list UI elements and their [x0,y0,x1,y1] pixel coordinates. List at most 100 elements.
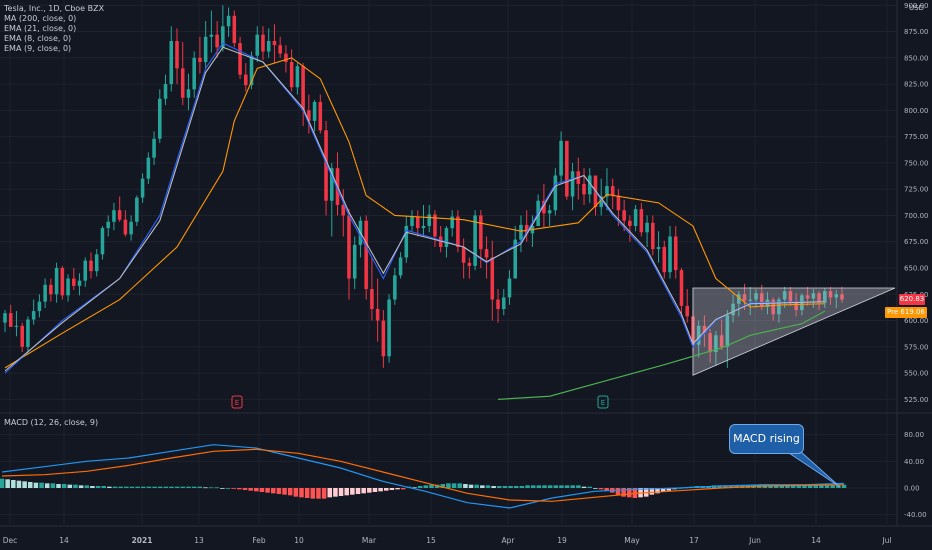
macd-histogram-bar [73,484,78,488]
candle-body [450,216,454,229]
macd-histogram-bar [536,485,542,488]
candle-body [628,220,632,226]
macd-legend: MACD (12, 26, close, 9) [4,418,99,427]
candle-body [135,197,139,222]
candle-body [364,220,368,290]
candle-body [20,325,24,347]
candle-body [180,68,185,98]
y-tick-label: 550.00 [904,370,929,378]
macd-histogram-bar [237,488,242,490]
candle-body [570,171,575,197]
candle-body [215,34,219,48]
macd-histogram-bar [254,488,259,492]
candle-body [272,40,277,46]
y-tick-label: 725.00 [904,186,929,194]
candle-body [312,101,317,121]
candle-body [582,183,586,195]
candle-body [639,209,644,233]
macd-histogram-bar [417,486,423,488]
macd-histogram-bar [547,485,553,488]
y-tick-label: 825.00 [904,81,929,89]
macd-histogram-bar [5,479,10,488]
candle-body [421,225,426,229]
candle-body [158,98,162,139]
earnings-marker: E [231,395,243,409]
macd-histogram-bar [101,486,106,488]
ema9-legend: EMA (9, close, 0) [4,44,72,53]
y-tick-label: 750.00 [904,159,929,167]
y-tick-label: 575.00 [904,343,929,351]
candle-body [60,268,65,296]
candle-body [559,140,563,176]
candle-body [685,305,689,317]
candle-body [656,246,661,250]
macd-histogram-bar [225,488,231,489]
candle-body [14,325,19,327]
ma200-legend: MA (200, close, 0) [4,14,77,23]
macd-histogram-bar [61,484,67,488]
price-chart[interactable]: 525.00550.00575.00600.00625.00650.00675.… [0,0,932,550]
macd-histogram-bar [587,486,592,488]
macd-histogram-bar [525,485,530,488]
x-tick-label: 19 [557,536,567,545]
candle-body [651,222,655,250]
macd-histogram-bar [497,486,502,488]
earnings-marker-label: E [235,399,239,407]
candle-body [66,278,70,296]
triangle-pattern [692,287,896,376]
candle-body [496,299,500,309]
macd-line [1,448,845,502]
y-tick-label: 525.00 [904,396,929,404]
candle-body [375,309,380,321]
macd-histogram-bar [197,486,203,488]
macd-histogram-bar [327,488,333,498]
macd-histogram-bar [485,485,491,488]
macd-histogram-bar [135,486,140,488]
candle-body [370,289,374,309]
candle-body [266,40,271,52]
candle-body [501,297,506,309]
macd-histogram-bar [355,488,361,494]
macd-histogram-bar [124,486,129,488]
macd-histogram-bar [502,486,508,488]
macd-histogram-bar [39,482,44,488]
earnings-marker-label: E [601,399,605,407]
macd-histogram-bar [519,486,525,488]
candle-body [238,43,242,75]
macd-histogram-bar [186,486,191,488]
macd-histogram-bar [180,486,186,488]
macd-line [1,444,845,509]
candle-body [668,236,672,273]
candle-body [169,40,174,85]
candle-body [679,270,684,306]
macd-histogram-bar [163,486,169,488]
candle-body [129,221,133,235]
macd-histogram-bar [191,486,197,488]
macd-histogram-bar [33,482,39,488]
macd-histogram-bar [581,486,587,488]
candle-body [387,299,391,357]
y-tick-label: 700.00 [904,212,929,220]
candle-body [490,257,495,300]
earnings-marker: E [597,395,609,409]
macd-histogram-bar [559,485,564,488]
macd-histogram-bar [593,488,598,489]
macd-histogram-bar [395,488,400,490]
candle-body [89,260,93,272]
macd-histogram-bar [84,485,90,488]
macd-histogram-bar [480,485,485,488]
x-tick-label: 10 [294,536,304,545]
candle-body [163,84,168,99]
macd-histogram-bar [208,487,214,489]
macd-histogram-bar [378,488,383,492]
y-tick-label: 800.00 [904,107,929,115]
macd-histogram-bar [220,488,225,489]
macd-y-tick-label: -40.00 [904,511,927,519]
macd-histogram-bar [214,487,219,489]
macd-histogram-bar [56,484,61,488]
x-tick-label: 14 [811,536,821,545]
macd-histogram-bar [11,480,16,488]
y-tick-label: 675.00 [904,238,929,246]
macd-histogram-bar [50,483,56,488]
macd-histogram-bar [242,488,248,490]
